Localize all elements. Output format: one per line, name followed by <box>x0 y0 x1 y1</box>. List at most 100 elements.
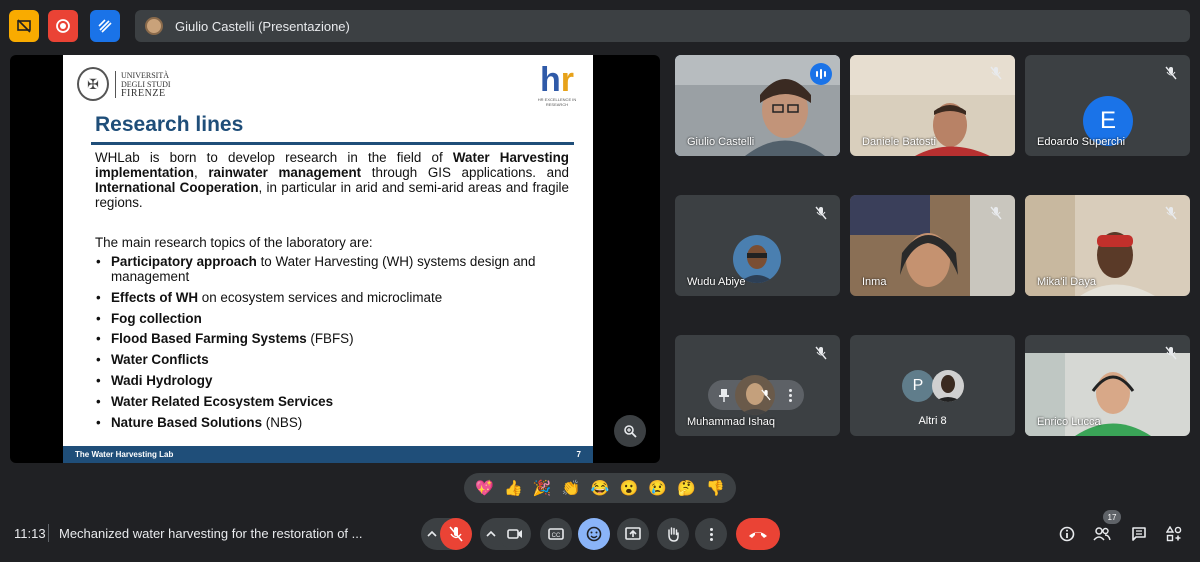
title-divider <box>91 142 574 145</box>
chevron-up-icon <box>427 530 437 537</box>
activities-icon <box>1166 526 1182 542</box>
reaction-thinking[interactable]: 🤔 <box>677 479 696 497</box>
topics-list: Participatory approach to Water Harvesti… <box>95 254 565 435</box>
slide-title: Research lines <box>95 113 244 136</box>
reaction-thumbs-up[interactable]: 👍 <box>504 479 523 497</box>
presenter-avatar <box>145 17 163 35</box>
reaction-laugh[interactable]: 😂 <box>591 479 610 497</box>
list-item: Flood Based Farming Systems (FBFS) <box>95 331 565 346</box>
reaction-party[interactable]: 🎉 <box>533 479 552 497</box>
participant-tile[interactable]: Mika'il Daya <box>1025 195 1190 296</box>
camera-icon <box>507 529 522 539</box>
participant-tile[interactable]: Wudu Abiye <box>675 195 840 296</box>
participant-name: Inma <box>862 276 887 288</box>
mic-toggle-button[interactable] <box>440 518 472 550</box>
mic-muted-icon <box>814 345 828 361</box>
present-icon <box>625 527 641 540</box>
participant-name: Giulio Castelli <box>687 136 755 148</box>
participant-tile[interactable]: Inma <box>850 195 1015 296</box>
pin-icon <box>719 389 729 402</box>
reactions-button[interactable] <box>578 518 610 550</box>
divider <box>48 524 49 542</box>
university-line1: UNIVERSITÀ <box>121 70 169 80</box>
hr-excellence-logo: hr HR EXCELLENCE IN RESEARCH <box>533 63 581 109</box>
list-item: Water Related Ecosystem Services <box>95 394 565 409</box>
reaction-sad[interactable]: 😢 <box>648 479 667 497</box>
participant-name: Altri 8 <box>918 415 947 427</box>
list-item: Wadi Hydrology <box>95 373 565 388</box>
participant-name: Muhammad Ishaq <box>687 416 776 428</box>
slide-page-number: 7 <box>576 450 581 459</box>
participant-tile[interactable]: Enrico Lucca <box>1025 335 1190 436</box>
participant-tile[interactable]: Giulio Castelli <box>675 55 840 156</box>
list-item: Water Conflicts <box>95 352 565 367</box>
more-options-button[interactable] <box>695 518 727 550</box>
record-icon <box>56 19 70 33</box>
hand-icon <box>668 527 679 542</box>
reaction-clap[interactable]: 👏 <box>562 479 581 497</box>
participant-avatar: P <box>902 370 934 402</box>
camera-toggle-button[interactable] <box>499 518 531 550</box>
mic-muted-icon <box>1164 345 1178 361</box>
university-line3: FIRENZE <box>121 87 166 99</box>
list-item: Effects of WH on ecosystem services and … <box>95 290 565 305</box>
pen-icon <box>98 19 112 33</box>
footer-lab-name: The Water Harvesting Lab <box>75 450 174 459</box>
participant-tile[interactable]: Muhammad Ishaq <box>675 335 840 436</box>
whiteboard-button[interactable] <box>90 10 120 42</box>
recording-button[interactable] <box>48 10 78 42</box>
hr-subtitle: HR EXCELLENCE IN RESEARCH <box>537 97 577 107</box>
list-item: Fog collection <box>95 311 565 326</box>
info-icon <box>1059 526 1075 542</box>
emoji-icon <box>586 526 602 542</box>
participant-name: Edoardo Superchi <box>1037 136 1126 148</box>
meeting-details-button[interactable] <box>1053 520 1081 548</box>
hang-up-icon <box>749 532 767 538</box>
presenting-label: Giulio Castelli (Presentazione) <box>175 18 350 34</box>
mic-muted-icon <box>989 205 1003 221</box>
reactions-bar: 💖 👍 🎉 👏 😂 😮 😢 🤔 👎 <box>464 473 736 503</box>
chevron-up-icon <box>486 530 496 537</box>
present-screen-button[interactable] <box>617 518 649 550</box>
slide-footer: The Water Harvesting Lab 7 <box>63 446 593 463</box>
activities-button[interactable] <box>1160 520 1188 548</box>
mic-muted-icon <box>989 65 1003 81</box>
chat-button[interactable] <box>1125 520 1153 548</box>
participant-name: Wudu Abiye <box>687 276 746 288</box>
participant-tile[interactable]: E Edoardo Superchi <box>1025 55 1190 156</box>
more-options-button[interactable] <box>783 386 797 404</box>
no-presentation-icon <box>17 19 31 33</box>
pin-button[interactable] <box>715 386 733 404</box>
participant-name: Mika'il Daya <box>1037 276 1096 288</box>
mic-muted-icon <box>814 205 828 221</box>
zoom-button[interactable] <box>614 415 646 447</box>
topics-lead: The main research topics of the laborato… <box>95 235 373 250</box>
captions-button[interactable]: CC <box>540 518 572 550</box>
svg-text:CC: CC <box>552 533 561 539</box>
participant-avatar <box>932 370 964 402</box>
presenting-indicator[interactable]: Giulio Castelli (Presentazione) <box>135 10 1190 42</box>
people-button[interactable] <box>1088 520 1116 548</box>
reaction-heart[interactable]: 💖 <box>475 479 494 497</box>
mic-off-icon <box>449 526 463 542</box>
chat-icon <box>1132 527 1146 541</box>
presentation-stage[interactable]: ✠ UNIVERSITÀ DEGLI STUDI FIRENZE hr HR E… <box>10 55 660 463</box>
meeting-time: 11:13 <box>14 526 46 541</box>
captions-icon: CC <box>548 528 564 540</box>
leave-call-button[interactable] <box>736 518 780 550</box>
participant-tile-overflow[interactable]: P Altri 8 <box>850 335 1015 436</box>
tile-mute-button[interactable] <box>757 386 775 404</box>
university-logo: ✠ UNIVERSITÀ DEGLI STUDI FIRENZE <box>77 67 171 101</box>
participant-name: Daniele Batosti <box>862 136 936 148</box>
captions-off-button[interactable] <box>9 10 39 42</box>
meeting-title: Mechanized water harvesting for the rest… <box>59 526 363 541</box>
list-item: Participatory approach to Water Harvesti… <box>95 254 565 284</box>
mic-muted-icon <box>1164 205 1178 221</box>
reaction-surprised[interactable]: 😮 <box>619 479 638 497</box>
slide-intro: WHLab is born to develop research in the… <box>95 150 569 210</box>
people-icon <box>1093 527 1111 541</box>
raise-hand-button[interactable] <box>657 518 689 550</box>
zoom-icon <box>624 425 637 438</box>
participant-tile[interactable]: Daniele Batosti <box>850 55 1015 156</box>
reaction-thumbs-down[interactable]: 👎 <box>706 479 725 497</box>
